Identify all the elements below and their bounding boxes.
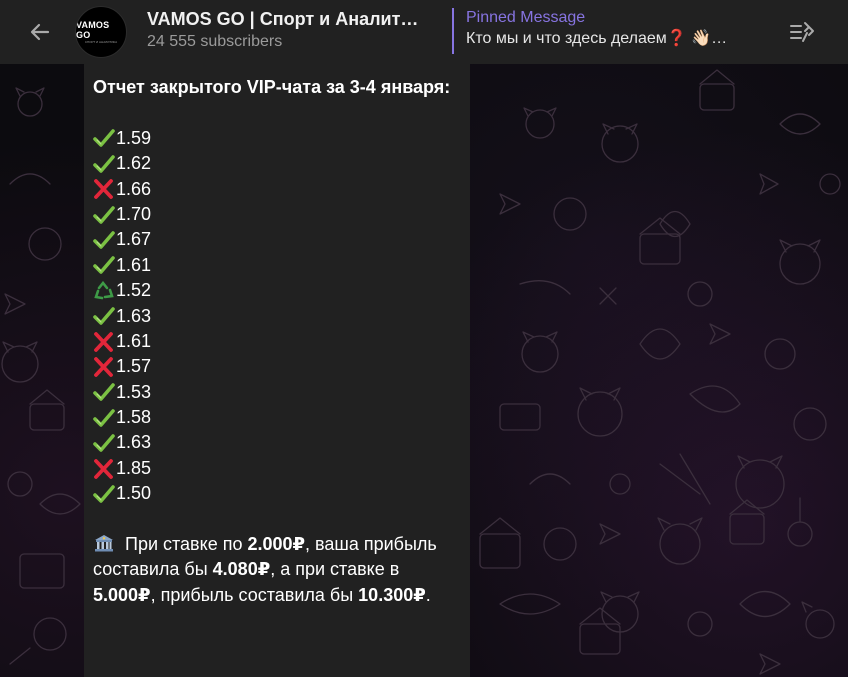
check-mark-icon (93, 128, 116, 148)
pinned-list-icon (790, 22, 814, 42)
check-mark-icon-glyph (93, 485, 115, 503)
check-mark-icon-glyph (93, 256, 115, 275)
profit-amount-2: 10.300₽ (358, 584, 426, 605)
check-mark-icon (93, 382, 116, 402)
back-button[interactable] (22, 14, 58, 50)
result-odds: 1.61 (116, 330, 152, 351)
bank-icon (95, 535, 113, 552)
bet-amount-1: 2.000₽ (247, 534, 306, 555)
check-mark-icon (93, 255, 116, 275)
pinned-list-button[interactable] (782, 14, 822, 50)
message-heading: Отчет закрытого VIP-чата за 3-4 января: (93, 77, 451, 97)
pinned-message-label: Pinned Message (466, 9, 586, 26)
result-row: 1.53 (93, 380, 460, 405)
check-mark-icon (93, 433, 116, 453)
result-odds: 1.59 (116, 127, 152, 148)
result-row: 1.52 (93, 278, 460, 303)
check-mark-icon-glyph (93, 408, 115, 427)
summary-text-4: , прибыль составила бы (150, 584, 359, 605)
cross-mark-icon-glyph (94, 331, 113, 352)
result-odds: 1.62 (116, 153, 152, 174)
result-row: 1.59 (93, 126, 460, 151)
check-mark-icon (93, 205, 116, 225)
check-mark-icon-glyph (93, 155, 115, 173)
profit-summary: При ставке по 2.000₽, ваша прибыль соста… (93, 532, 460, 608)
bet-amount-2: 5.000₽ (93, 584, 151, 605)
check-mark-icon-glyph (93, 205, 115, 224)
check-mark-icon (93, 230, 116, 250)
result-odds: 1.58 (116, 407, 152, 428)
result-row: 1.63 (93, 304, 460, 329)
chat-header: VAMOS GO СПОРТ И АНАЛИТИКА VAMOS GO | Сп… (0, 0, 848, 64)
result-odds: 1.57 (116, 356, 152, 377)
message-bubble[interactable]: Отчет закрытого VIP-чата за 3-4 января: … (84, 64, 470, 677)
check-mark-icon (93, 484, 116, 504)
result-odds: 1.66 (116, 178, 152, 199)
cross-mark-icon-glyph (94, 458, 113, 479)
summary-text-1: При ставке по (125, 534, 248, 555)
summary-text-3: , а при ставке в (270, 559, 400, 580)
check-mark-icon (93, 306, 116, 326)
results-list: 1.59 1.62 1.66 1.70 1.67 1.61 1.52 1.63 1.61 1.57… (93, 126, 460, 507)
result-row: 1.61 (93, 329, 460, 354)
result-row: 1.63 (93, 430, 460, 455)
pinned-message-text: Кто мы и что здесь делаем❓ 👋🏻… (466, 30, 728, 47)
result-row: 1.61 (93, 253, 460, 278)
result-row: 1.66 (93, 177, 460, 202)
telegram-channel-window: VAMOS GO СПОРТ И АНАЛИТИКА VAMOS GO | Сп… (0, 0, 848, 677)
result-odds: 1.63 (116, 432, 152, 453)
arrow-left-icon (30, 23, 50, 41)
recycle-icon-glyph (94, 280, 114, 300)
result-row: 1.57 (93, 354, 460, 379)
cross-mark-icon (93, 331, 116, 352)
check-mark-icon-glyph (93, 307, 115, 326)
channel-avatar[interactable]: VAMOS GO СПОРТ И АНАЛИТИКА (75, 6, 127, 58)
result-odds: 1.63 (116, 305, 152, 326)
result-row: 1.67 (93, 227, 460, 252)
chat-title[interactable]: VAMOS GO | Спорт и Аналит… (147, 9, 427, 30)
check-mark-icon (93, 408, 116, 428)
check-mark-icon-glyph (93, 231, 115, 249)
cross-mark-icon-glyph (94, 357, 113, 377)
result-odds: 1.85 (116, 457, 152, 478)
cross-mark-icon-glyph (94, 179, 113, 200)
check-mark-icon-glyph (93, 129, 115, 148)
check-mark-icon-glyph (93, 434, 115, 452)
recycle-icon (93, 280, 116, 301)
cross-mark-icon (93, 179, 116, 200)
result-row: 1.70 (93, 202, 460, 227)
check-mark-icon (93, 154, 116, 174)
profit-amount-1: 4.080₽ (212, 559, 271, 580)
cross-mark-icon (93, 357, 116, 377)
check-mark-icon-glyph (93, 383, 115, 402)
result-odds: 1.52 (116, 280, 152, 301)
result-row: 1.62 (93, 151, 460, 176)
avatar-logo-text: VAMOS GO (76, 20, 110, 40)
result-odds: 1.61 (116, 254, 152, 275)
result-odds: 1.70 (116, 203, 152, 224)
avatar-logo-subtext: СПОРТ И АНАЛИТИКА (84, 40, 118, 44)
summary-text-5: . (425, 584, 431, 605)
result-row: 1.50 (93, 481, 460, 506)
cross-mark-icon (93, 458, 116, 479)
result-odds: 1.50 (116, 483, 152, 504)
subscriber-count: 24 555 subscribers (147, 33, 283, 50)
result-odds: 1.53 (116, 381, 152, 402)
result-row: 1.58 (93, 405, 460, 430)
pinned-message-bar[interactable]: Pinned Message Кто мы и что здесь делаем… (452, 8, 757, 54)
result-row: 1.85 (93, 456, 460, 481)
result-odds: 1.67 (116, 229, 152, 250)
